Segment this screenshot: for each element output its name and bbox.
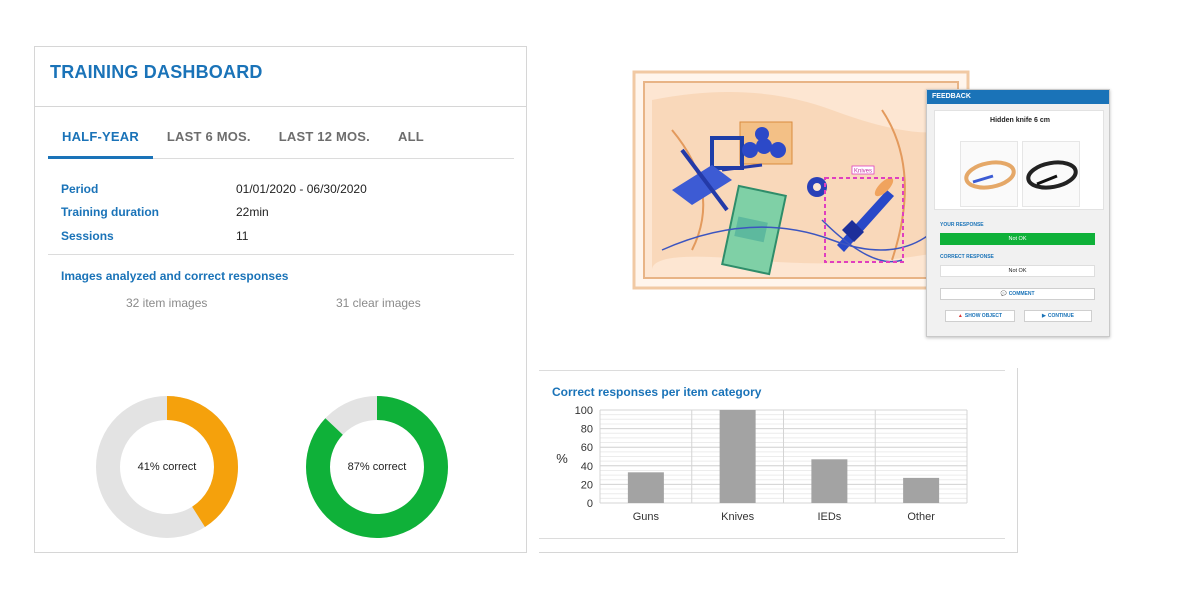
period-tabs: HALF-YEAR LAST 6 MOS. LAST 12 MOS. ALL [48,127,514,159]
play-icon: ▶ [1042,313,1046,319]
info-value: 01/01/2020 - 06/30/2020 [236,181,367,196]
y-tick-label: 100 [575,405,593,417]
y-tick-label: 60 [581,442,593,454]
info-value: 22min [236,205,269,220]
object-photo-thumbnail [1022,141,1080,207]
info-row-period: Period 01/01/2020 - 06/30/2020 [61,177,367,201]
x-tick-label: Knives [721,511,755,523]
comment-icon: 💬 [1000,291,1007,297]
bar-knives [719,410,756,503]
donut-label: 41% correct [137,461,197,473]
training-dashboard-panel: TRAINING DASHBOARD HALF-YEAR LAST 6 MOS.… [34,46,527,553]
your-response-label: YOUR RESPONSE [940,222,984,228]
clear-images-count: 31 clear images [336,296,421,310]
info-row-sessions: Sessions 11 [61,224,367,248]
page: TRAINING DASHBOARD HALF-YEAR LAST 6 MOS.… [0,0,1200,600]
training-info: Period 01/01/2020 - 06/30/2020 Training … [61,177,367,248]
correct-response-bar: Not OK [940,265,1095,277]
x-tick-label: Guns [633,511,660,523]
dashboard-header: TRAINING DASHBOARD [35,47,526,107]
info-label: Training duration [61,205,159,220]
divider [539,538,1005,539]
your-response-bar: Not OK [940,233,1095,245]
object-xray-thumbnail [960,141,1018,207]
object-card: Hidden knife 6 cm [934,110,1104,210]
item-images-donut: 41% correct [96,396,238,538]
detection-label: Knives [854,169,872,175]
category-bar-chart: 0 20 40 60 80 100 Guns Knives IEDs Other% [556,405,968,523]
tab-last-6-months[interactable]: LAST 6 MOS. [153,127,265,159]
feedback-dialog: FEEDBACK Hidden knife 6 cm YOUR RESPONSE… [926,89,1110,337]
tab-half-year[interactable]: HALF-YEAR [48,127,153,159]
feedback-title: FEEDBACK [927,90,1109,104]
divider [48,254,514,255]
show-object-button-label: SHOW OBJECT [964,313,1003,319]
correct-response-label: CORRECT RESPONSE [940,254,994,260]
chart-title: Correct responses per item category [552,385,762,399]
divider [539,370,1005,371]
tab-last-12-months[interactable]: LAST 12 MOS. [265,127,384,159]
comment-button-label: COMMENT [1008,291,1035,297]
y-tick-label: 0 [587,498,593,510]
section-title: Images analyzed and correct responses [61,269,289,283]
info-value: 11 [236,228,249,243]
y-tick-label: 80 [581,424,593,436]
object-title: Hidden knife 6 cm [990,117,1050,124]
comment-button[interactable]: 💬 COMMENT [940,288,1095,300]
tab-all[interactable]: ALL [384,127,438,159]
info-label: Sessions [61,228,114,243]
y-tick-label: 20 [581,479,593,491]
donut-label: 87% correct [347,461,407,473]
clear-images-donut: 87% correct [306,396,448,538]
info-label: Period [61,181,99,196]
bar-other [903,477,940,503]
xray-scan-image: Knives [632,70,970,290]
show-object-button[interactable]: ▲ SHOW OBJECT [945,310,1015,322]
item-images-count: 32 item images [126,296,208,310]
y-tick-label: 40 [581,461,593,473]
x-tick-label: Other [907,511,935,523]
bar-guns [627,472,664,503]
continue-button-label: CONTINUE [1047,313,1074,319]
y-axis-label: % [556,451,568,466]
bar-ieds [811,459,848,503]
warning-icon: ▲ [957,313,963,319]
continue-button[interactable]: ▶ CONTINUE [1024,310,1092,322]
info-row-duration: Training duration 22min [61,201,367,225]
dashboard-title: TRAINING DASHBOARD [50,62,263,82]
x-tick-label: IEDs [817,511,841,523]
